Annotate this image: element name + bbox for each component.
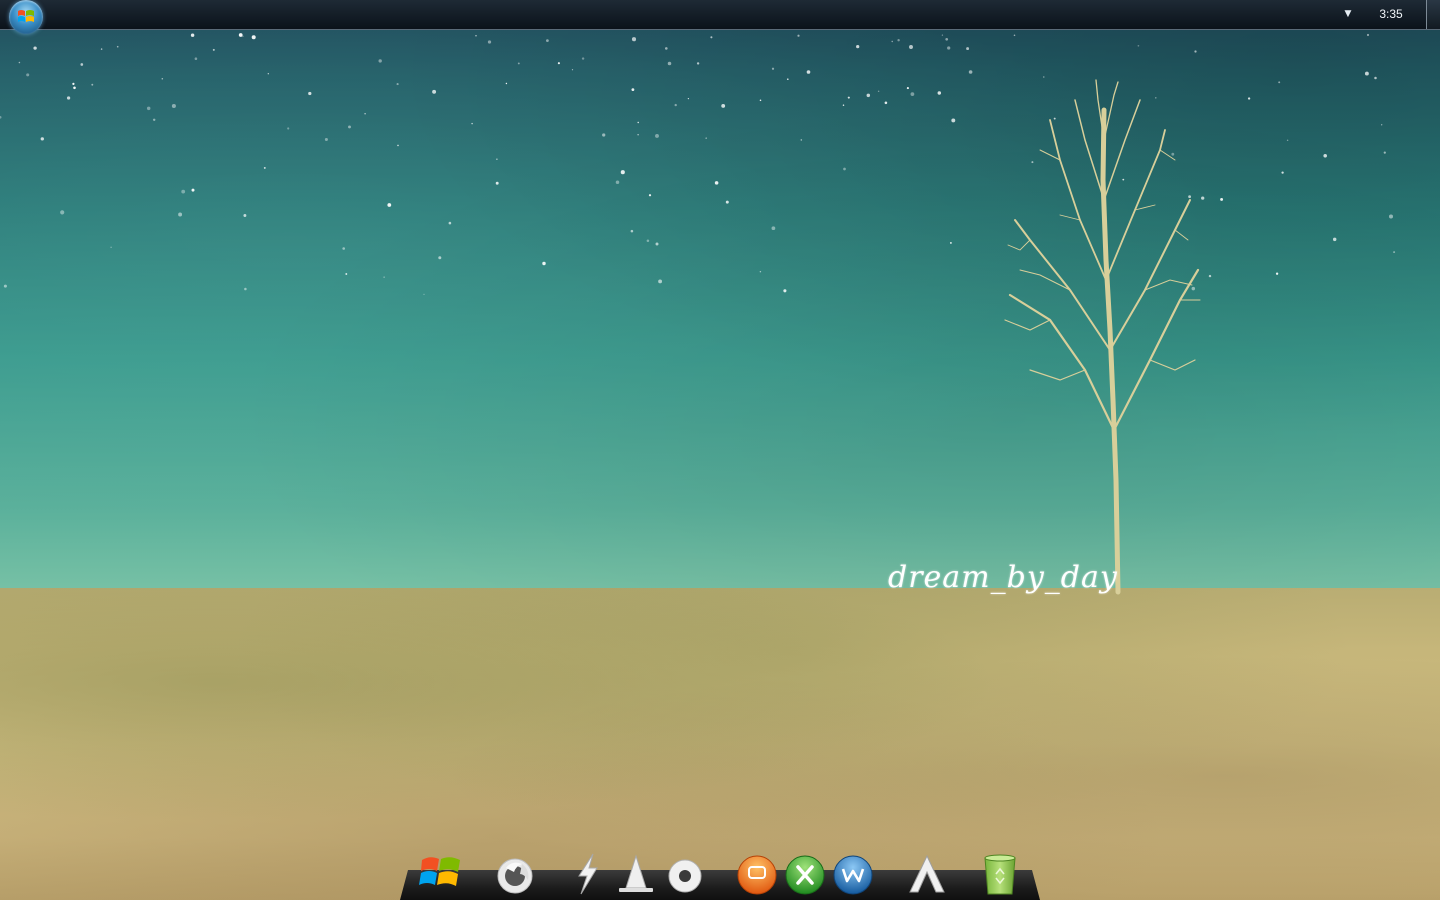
- wallpaper-tree: [1004, 79, 1201, 595]
- windows-orb-icon: [18, 10, 34, 22]
- dock-item-xbox[interactable]: [782, 850, 828, 896]
- recycle-bin-icon: [984, 854, 1016, 895]
- a-logo-icon: [909, 854, 945, 893]
- dock-item-firefox[interactable]: [492, 850, 538, 896]
- dock-item-lightning[interactable]: [565, 850, 611, 896]
- windows-logo-icon: [419, 857, 460, 886]
- clock[interactable]: 3:35: [1370, 5, 1412, 23]
- wallpaper-caption: dream_by_day: [888, 560, 1118, 595]
- dock-item-cone[interactable]: [613, 850, 659, 896]
- dock-item-recycle-bin[interactable]: [977, 850, 1023, 896]
- orange-app-icon: [737, 855, 777, 895]
- tray-menu-button[interactable]: ▼: [1340, 6, 1356, 22]
- triangle-down-icon: ▼: [1344, 9, 1352, 19]
- start-button[interactable]: [9, 0, 43, 34]
- wallpaper: dream_by_day: [0, 0, 1440, 900]
- dock-item-windows[interactable]: [418, 850, 464, 896]
- dock-item-disc[interactable]: [662, 850, 708, 896]
- word-icon: [833, 855, 873, 895]
- dock-item-orange-app[interactable]: [734, 850, 780, 896]
- cone-icon: [619, 854, 653, 892]
- dock: [400, 853, 1040, 900]
- lightning-icon: [578, 853, 598, 895]
- desktop[interactable]: dream_by_day ▼ 3:35: [0, 0, 1440, 900]
- dock-item-word[interactable]: [830, 850, 876, 896]
- dock-item-a-logo[interactable]: [904, 850, 950, 896]
- xbox-icon: [785, 855, 825, 895]
- disc-icon: [668, 859, 702, 893]
- top-taskbar: ▼ 3:35: [0, 0, 1440, 34]
- firefox-icon: [497, 858, 533, 894]
- show-desktop-button[interactable]: [1426, 0, 1440, 29]
